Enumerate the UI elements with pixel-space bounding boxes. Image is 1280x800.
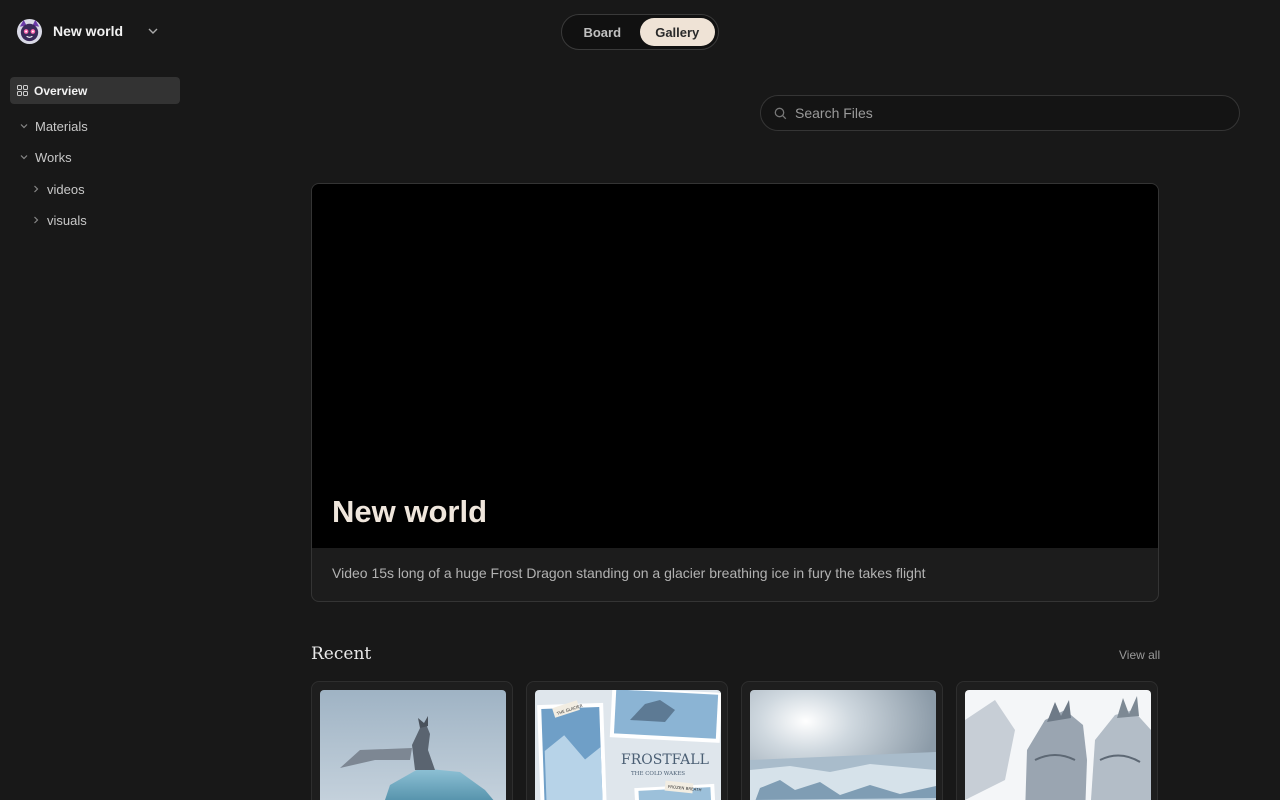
thumbnail-dragon-on-ice-cliff: [320, 690, 506, 800]
hero-title: New world: [332, 494, 488, 529]
grid-icon: [17, 85, 28, 96]
tab-gallery[interactable]: Gallery: [639, 18, 715, 46]
sidebar: New world Overview Materials Works video…: [0, 0, 190, 800]
thumbnail-white-dragon-illustration: [965, 690, 1151, 800]
chevron-right-icon: [34, 216, 39, 224]
sidebar-item-works[interactable]: Works: [19, 147, 72, 167]
view-all-link[interactable]: View all: [1119, 648, 1160, 662]
sidebar-item-overview[interactable]: Overview: [10, 77, 180, 104]
thumbnail-frozen-landscape: [750, 690, 936, 800]
view-toggle: Board Gallery: [561, 14, 719, 50]
tab-board[interactable]: Board: [565, 18, 640, 46]
sidebar-item-videos[interactable]: videos: [31, 179, 85, 199]
chevron-down-icon: [20, 155, 28, 160]
hero-card[interactable]: New world Video 15s long of a huge Frost…: [311, 183, 1159, 602]
workspace-switcher[interactable]: New world: [16, 18, 159, 44]
sidebar-item-label: visuals: [47, 212, 87, 228]
chevron-down-icon: [148, 28, 158, 34]
chevron-down-icon: [20, 124, 28, 129]
poster-subtitle-text: THE COLD WAKES: [631, 771, 685, 777]
hero-description: Video 15s long of a huge Frost Dragon st…: [332, 565, 926, 581]
chevron-right-icon: [34, 185, 39, 193]
workspace-name: New world: [53, 23, 124, 39]
search-bar: [760, 95, 1240, 131]
recent-card[interactable]: [311, 681, 513, 800]
recent-card[interactable]: [956, 681, 1158, 800]
recent-heading: Recent: [311, 644, 372, 664]
recent-card[interactable]: FROSTFALL THE COLD WAKES THE GLACIER FRO…: [526, 681, 728, 800]
sidebar-item-label: Overview: [34, 83, 88, 98]
sidebar-item-label: videos: [47, 181, 85, 197]
sidebar-item-visuals[interactable]: visuals: [31, 210, 87, 230]
thumbnail-frostfall-collage: FROSTFALL THE COLD WAKES THE GLACIER FRO…: [535, 690, 721, 800]
poster-title-text: FROSTFALL: [621, 752, 709, 768]
sidebar-item-label: Materials: [35, 118, 88, 134]
recent-card[interactable]: [741, 681, 943, 800]
sidebar-item-label: Works: [35, 149, 72, 165]
search-icon: [774, 107, 787, 119]
search-input[interactable]: [795, 105, 1215, 121]
sidebar-item-materials[interactable]: Materials: [19, 116, 88, 136]
workspace-logo-icon: [16, 18, 43, 44]
